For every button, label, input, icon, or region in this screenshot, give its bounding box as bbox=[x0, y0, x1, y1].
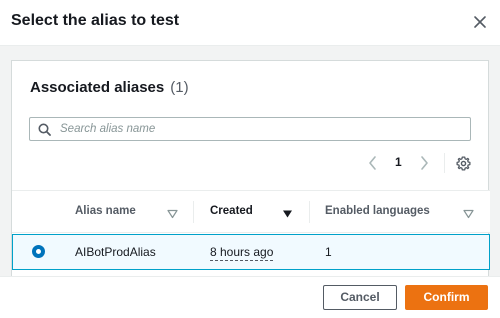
confirm-button[interactable]: Confirm bbox=[405, 285, 488, 310]
column-separator bbox=[193, 201, 194, 223]
column-header-enabled-languages[interactable]: Enabled languages bbox=[325, 191, 430, 232]
column-header-alias-name[interactable]: Alias name bbox=[75, 191, 136, 232]
alias-count: (1) bbox=[170, 79, 189, 96]
chevron-left-icon[interactable] bbox=[367, 155, 379, 171]
caret-down-icon[interactable] bbox=[167, 206, 178, 219]
section-title-label: Associated aliases bbox=[30, 79, 165, 96]
modal-title: Select the alias to test bbox=[11, 12, 180, 29]
cancel-button[interactable]: Cancel bbox=[323, 285, 397, 310]
row-radio-selected[interactable] bbox=[32, 245, 45, 258]
search-icon bbox=[38, 123, 51, 136]
pager-divider bbox=[444, 153, 445, 173]
gear-icon[interactable] bbox=[456, 156, 471, 171]
pagination-current-page[interactable]: 1 bbox=[395, 155, 402, 169]
column-separator bbox=[309, 201, 310, 223]
caret-down-icon[interactable] bbox=[463, 206, 474, 219]
caret-down-icon[interactable] bbox=[282, 206, 293, 218]
select-alias-modal: Select the alias to test Associated alia… bbox=[0, 0, 500, 318]
table-row[interactable]: AIBotProdAlias 8 hours ago 1 bbox=[12, 234, 490, 270]
close-icon[interactable] bbox=[470, 12, 490, 32]
search-box[interactable] bbox=[29, 117, 471, 141]
modal-body: Associated aliases (1) 1 bbox=[0, 46, 500, 276]
search-input[interactable] bbox=[60, 119, 460, 139]
chevron-right-icon[interactable] bbox=[418, 155, 430, 171]
table-header: Alias name Created Enabled languages bbox=[12, 190, 490, 233]
modal-footer: Cancel Confirm bbox=[0, 276, 500, 318]
cell-created: 8 hours ago bbox=[210, 245, 274, 261]
section-title: Associated aliases (1) bbox=[30, 79, 189, 96]
aliases-container: Associated aliases (1) 1 bbox=[11, 60, 490, 276]
column-header-created[interactable]: Created bbox=[210, 191, 253, 232]
modal-header: Select the alias to test bbox=[0, 0, 500, 46]
cell-enabled-languages: 1 bbox=[325, 245, 332, 259]
cell-alias-name: AIBotProdAlias bbox=[75, 245, 156, 259]
